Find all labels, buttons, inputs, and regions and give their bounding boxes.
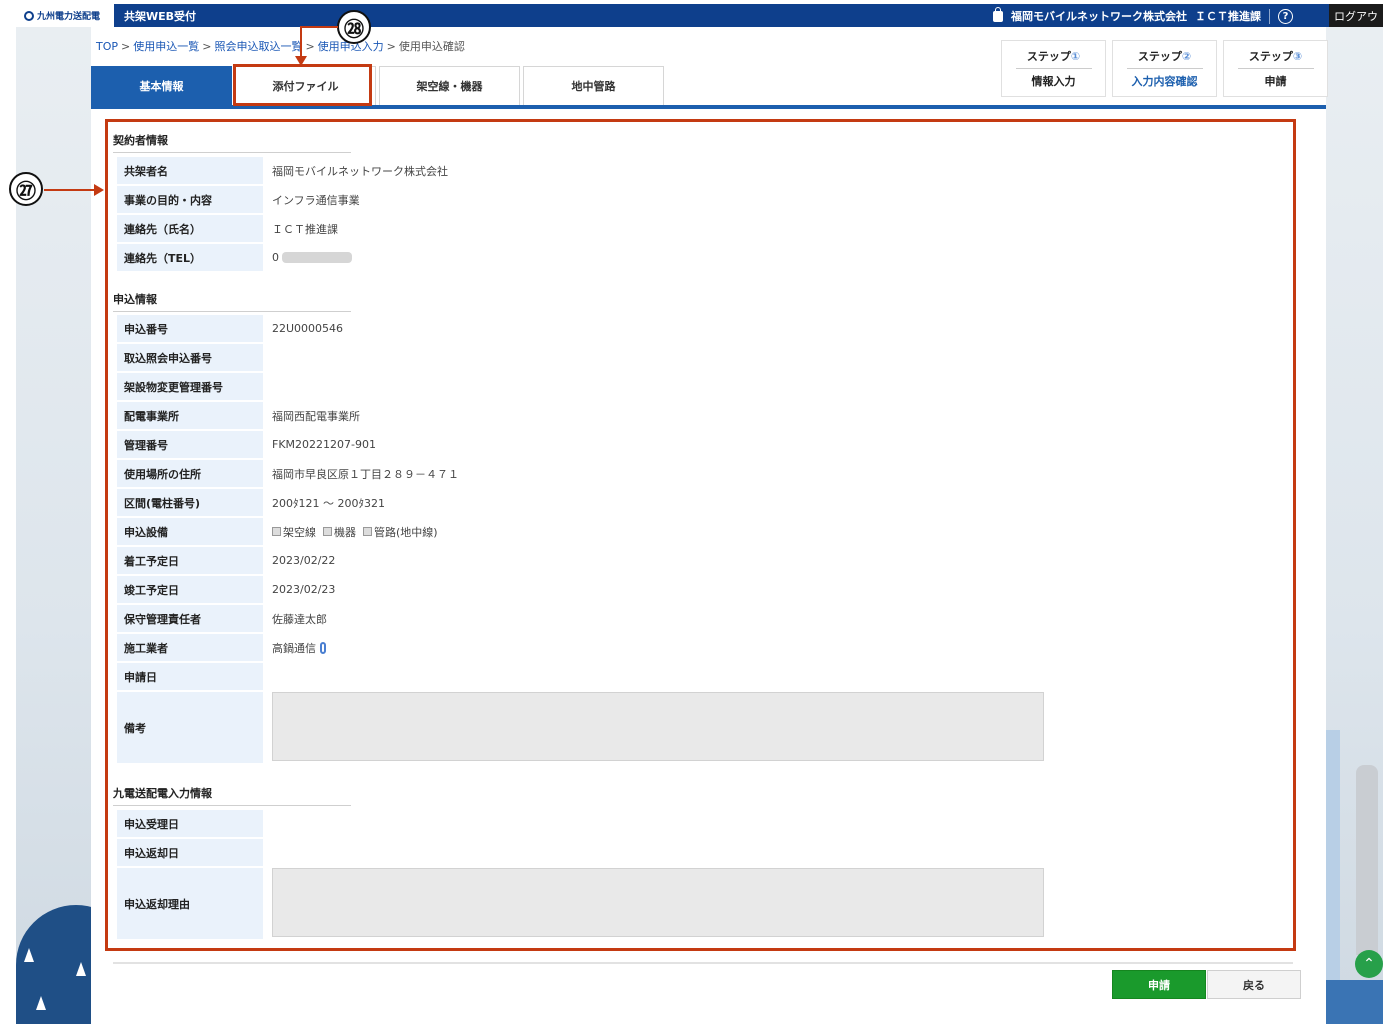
annotation-box-28	[233, 64, 372, 106]
tab-underground-conduit[interactable]: 地中管路	[523, 66, 664, 105]
step-indicator: ステップ① 情報入力 ステップ② 入力内容確認 ステップ③ 申請	[1001, 40, 1334, 97]
background-tower	[1356, 765, 1378, 955]
annotation-arrow-head	[295, 56, 307, 66]
background-building	[1326, 980, 1383, 1024]
user-department: ＩＣＴ推進課	[1195, 10, 1261, 23]
logo-mark-icon	[24, 10, 34, 21]
user-company: 福岡モバイルネットワーク株式会社	[1011, 10, 1187, 23]
annotation-arrow-line	[300, 26, 302, 56]
breadcrumb-top[interactable]: TOP	[96, 40, 118, 53]
top-bar: 九州電力送配電 共架WEB受付 福岡モバイルネットワーク株式会社 ＩＣＴ推進課 …	[16, 4, 1383, 27]
annotation-27: ㉗	[9, 172, 43, 206]
tab-basic-info[interactable]: 基本情報	[91, 66, 232, 105]
annotation-arrow-line	[44, 189, 94, 191]
breadcrumb: TOP > 使用申込一覧 > 照会申込取込一覧 > 使用申込入力 > 使用申込確認	[96, 40, 465, 53]
step-3: ステップ③ 申請	[1223, 40, 1328, 97]
divider	[1269, 8, 1270, 24]
help-icon[interactable]: ?	[1278, 8, 1293, 24]
step-3-label: 申請	[1264, 75, 1287, 88]
logo-text: 九州電力送配電	[37, 12, 101, 22]
breadcrumb-inquiry[interactable]: 照会申込取込一覧	[214, 40, 302, 53]
step-2: ステップ② 入力内容確認	[1112, 40, 1217, 97]
background-tree	[76, 962, 86, 976]
app-name: 共架WEB受付	[124, 10, 197, 23]
annotation-box-27	[105, 119, 1296, 951]
user-lock-icon	[993, 6, 1003, 22]
company-logo[interactable]: 九州電力送配電	[16, 4, 114, 27]
tab-bar: 基本情報 添付ファイル 架空線・機器 地中管路	[91, 66, 667, 105]
bottom-divider	[113, 962, 1293, 964]
breadcrumb-list[interactable]: 使用申込一覧	[133, 40, 199, 53]
scroll-to-top-icon[interactable]: ⌃	[1355, 950, 1383, 978]
step-1-label: 情報入力	[1031, 75, 1076, 88]
logout-button[interactable]: ログアウ	[1329, 4, 1383, 27]
annotation-28: ㉘	[337, 10, 371, 44]
background-tree	[36, 996, 46, 1010]
back-button[interactable]: 戻る	[1207, 970, 1301, 999]
step-1: ステップ① 情報入力	[1001, 40, 1106, 97]
annotation-arrow-line	[300, 26, 338, 28]
apply-button[interactable]: 申請	[1112, 970, 1206, 999]
breadcrumb-current: 使用申込確認	[398, 40, 465, 53]
background-tree	[24, 948, 34, 962]
annotation-arrow-head	[94, 184, 104, 196]
user-area: 福岡モバイルネットワーク株式会社 ＩＣＴ推進課 ?	[993, 6, 1293, 24]
step-2-label: 入力内容確認	[1131, 75, 1198, 88]
tab-overhead-lines[interactable]: 架空線・機器	[379, 66, 520, 105]
